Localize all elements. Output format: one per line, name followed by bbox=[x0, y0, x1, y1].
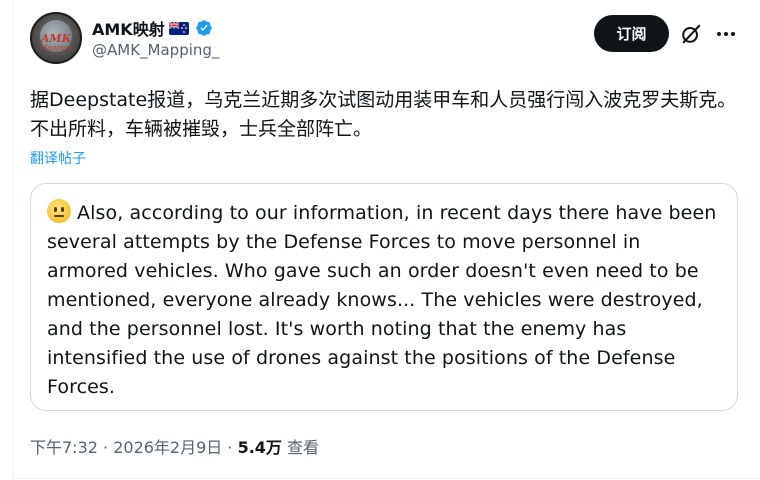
avatar[interactable]: AMK Mapping bbox=[30, 12, 82, 64]
quote-text: Also, according to our information, in r… bbox=[47, 202, 717, 398]
thread-divider bbox=[12, 0, 13, 480]
views-count: 5.4万 bbox=[237, 438, 282, 457]
post-time[interactable]: 下午7:32 bbox=[30, 438, 98, 457]
subscribe-button[interactable]: 订阅 bbox=[594, 15, 669, 52]
post-meta: 下午7:32 · 2026年2月9日 · 5.4万 查看 bbox=[30, 434, 319, 458]
more-icon[interactable] bbox=[714, 23, 738, 45]
author-name-row[interactable]: AMK映射 bbox=[92, 16, 213, 40]
post-text: 据Deepstate报道，乌克兰近期多次试图动用装甲车和人员强行闯入波克罗夫斯克… bbox=[30, 89, 737, 140]
bottom-divider bbox=[12, 478, 760, 479]
avatar-logo-subtext: Mapping bbox=[40, 44, 72, 52]
meta-separator: · bbox=[222, 438, 238, 457]
quoted-content-card[interactable]: Also, according to our information, in r… bbox=[30, 183, 738, 411]
quote-body: Also, according to our information, in r… bbox=[47, 199, 721, 402]
translate-post-link[interactable]: 翻译帖子 bbox=[30, 148, 86, 168]
post-date[interactable]: 2026年2月9日 bbox=[113, 438, 222, 457]
author-name[interactable]: AMK映射 bbox=[92, 16, 165, 40]
neutral-face-icon bbox=[47, 199, 71, 223]
meta-separator: · bbox=[97, 438, 114, 457]
verified-badge-icon[interactable] bbox=[195, 19, 213, 37]
author-handle[interactable]: @AMK_Mapping_ bbox=[92, 41, 219, 59]
grok-icon[interactable] bbox=[680, 23, 702, 45]
new-zealand-flag-icon bbox=[168, 21, 189, 35]
views-label: 查看 bbox=[281, 438, 320, 457]
